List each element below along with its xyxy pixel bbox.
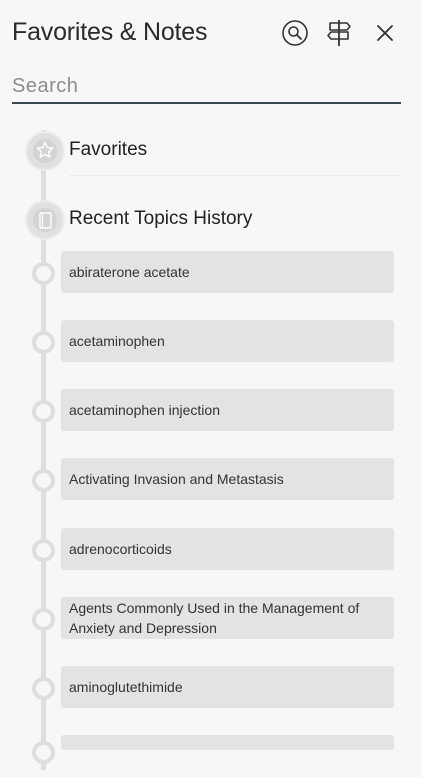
topic-card[interactable]: adrenocorticoids [61,528,394,570]
page-title: Favorites & Notes [12,18,208,46]
recent-section[interactable]: Recent Topics History [25,200,401,240]
list-item[interactable]: acetaminophen injection [0,389,422,431]
timeline-dot [32,539,55,562]
list-item[interactable]: Agents Commonly Used in the Management o… [0,597,422,639]
favorites-label: Favorites [69,139,148,160]
search-bar [12,72,401,104]
search-input[interactable] [12,72,401,100]
topic-card[interactable]: Agents Commonly Used in the Management o… [61,597,394,639]
divider [69,175,401,176]
list-item[interactable]: aminoglutethimide [0,666,422,708]
topic-card[interactable]: Activating Invasion and Metastasis [61,458,394,500]
timeline-dot [32,608,55,631]
favorites-badge [25,131,65,171]
timeline-dot [32,741,55,764]
list-item[interactable]: Activating Invasion and Metastasis [0,458,422,500]
topic-card[interactable] [61,735,394,750]
timeline-dot [32,262,55,285]
list-item[interactable]: acetaminophen [0,320,422,362]
topic-card[interactable]: acetaminophen injection [61,389,394,431]
timeline-dot [32,331,55,354]
close-button[interactable] [370,18,400,48]
search-icon [282,20,308,46]
timeline-dot [32,677,55,700]
recent-label: Recent Topics History [69,208,253,229]
topic-card[interactable]: acetaminophen [61,320,394,362]
star-icon [33,139,57,163]
search-button[interactable] [280,18,310,48]
timeline-dot [32,469,55,492]
navigation-button[interactable] [324,18,354,48]
topic-card[interactable]: aminoglutethimide [61,666,394,708]
signpost-icon [327,20,351,46]
header: Favorites & Notes [0,0,422,68]
close-icon [377,25,393,41]
recent-badge [25,200,65,240]
favorites-section[interactable]: Favorites [25,131,401,176]
list-item-partial[interactable] [0,735,422,777]
timeline-dot [32,400,55,423]
book-icon [33,208,57,232]
topic-card[interactable]: abiraterone acetate [61,251,394,293]
list-item[interactable]: adrenocorticoids [0,528,422,570]
list-item[interactable]: abiraterone acetate [0,251,422,293]
